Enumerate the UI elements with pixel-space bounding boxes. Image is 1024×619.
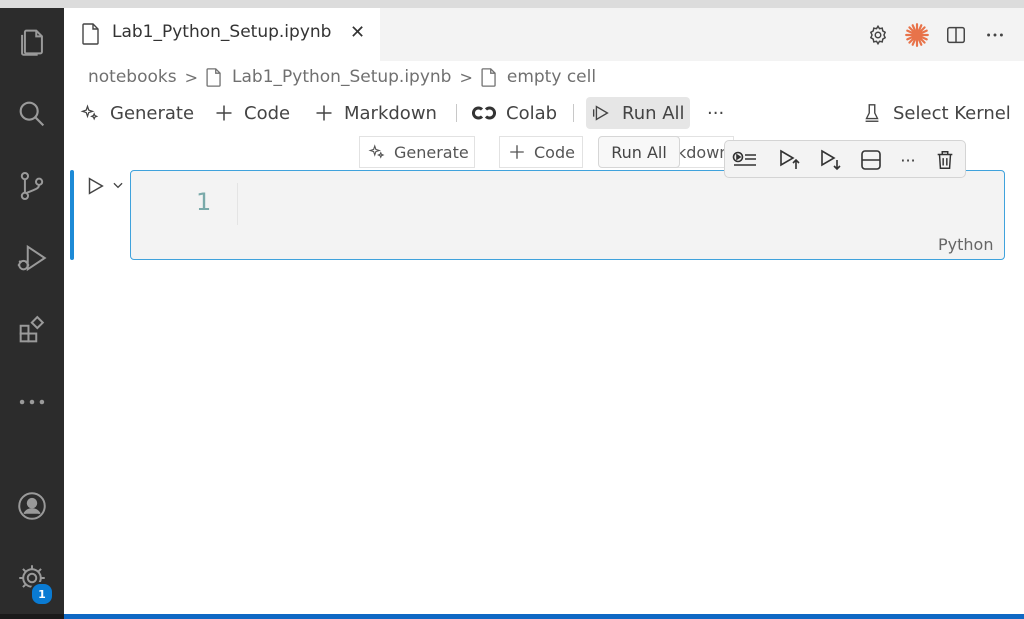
run-above-icon[interactable] [776, 147, 802, 173]
split-editor-icon[interactable] [943, 22, 969, 48]
colab-label: Colab [506, 102, 558, 124]
generate-button[interactable]: Generate [80, 96, 194, 130]
cell-focus-indicator [70, 170, 74, 260]
file-icon [481, 67, 497, 87]
chevron-right-icon: > [459, 67, 473, 87]
markdown-label: Markdown [344, 102, 437, 124]
colab-icon [472, 105, 496, 121]
run-debug-icon[interactable] [10, 236, 54, 280]
breadcrumb-file[interactable]: Lab1_Python_Setup.ipynb [232, 67, 451, 87]
status-bar [0, 614, 1024, 619]
file-icon [82, 23, 100, 49]
select-kernel-label: Select Kernel [893, 102, 1011, 124]
search-icon[interactable] [10, 92, 54, 136]
cell-more-icon[interactable]: ··· [895, 147, 921, 173]
code-label: Code [244, 102, 291, 124]
chevron-down-icon[interactable] [111, 177, 125, 196]
extensions-icon[interactable] [10, 308, 54, 352]
run-cell-icon[interactable] [84, 175, 106, 201]
editor-tab[interactable]: Lab1_Python_Setup.ipynb ✕ [64, 8, 380, 61]
cell-language[interactable]: Python [938, 235, 993, 254]
run-all-icon [590, 102, 612, 124]
file-icon [206, 67, 222, 87]
delete-icon[interactable] [932, 147, 958, 173]
colab-button[interactable]: Colab [472, 96, 557, 130]
execute-above-icon[interactable] [732, 147, 758, 173]
insert-code-label: Code [534, 142, 575, 162]
sparkle-icon [368, 143, 386, 161]
breadcrumb-folder[interactable]: notebooks [88, 67, 177, 87]
breadcrumb: notebooks > Lab1_Python_Setup.ipynb > em… [88, 65, 596, 89]
more-icon[interactable] [10, 380, 54, 424]
toolbar-divider [573, 104, 574, 122]
tab-title: Lab1_Python_Setup.ipynb [112, 22, 332, 42]
add-code-button[interactable]: Code [214, 96, 290, 130]
more-icon: ··· [900, 150, 916, 170]
source-control-icon[interactable] [10, 164, 54, 208]
close-icon[interactable]: ✕ [350, 22, 365, 43]
select-kernel-button[interactable]: Select Kernel [861, 96, 1011, 130]
gear-icon[interactable] [865, 22, 891, 48]
insert-generate-button[interactable]: Generate [359, 136, 475, 168]
notebook-toolbar: Generate Code Markdown Colab Run All ···… [64, 96, 1024, 130]
cell-toolbar: ··· [724, 140, 966, 178]
sparkle-icon [80, 103, 100, 123]
split-cell-icon[interactable] [858, 147, 884, 173]
line-number: 1 [196, 188, 212, 216]
spark-icon[interactable] [904, 22, 930, 48]
chevron-right-icon: > [184, 67, 199, 87]
run-below-icon[interactable] [817, 147, 843, 173]
insert-code-button[interactable]: Code [499, 136, 583, 168]
plus-icon [214, 103, 234, 123]
plus-icon [508, 143, 526, 161]
run-all-tooltip: Run All [598, 136, 680, 168]
insert-generate-label: Generate [394, 142, 469, 162]
cursor-guide [237, 183, 238, 225]
settings-badge: 1 [30, 582, 54, 606]
kernel-icon [861, 102, 883, 124]
editor-tab-bar: Lab1_Python_Setup.ipynb ✕ [64, 8, 1024, 61]
add-markdown-button[interactable]: Markdown [314, 96, 437, 130]
plus-icon [314, 103, 334, 123]
window-top-strip [0, 0, 1024, 8]
code-cell[interactable] [130, 170, 1005, 260]
more-actions-icon[interactable] [982, 22, 1008, 48]
more-icon: ··· [707, 102, 725, 124]
account-icon[interactable] [10, 484, 54, 528]
toolbar-more-button[interactable]: ··· [707, 96, 724, 130]
insert-markdown-label: kdown [677, 142, 730, 162]
toolbar-divider [456, 104, 457, 122]
files-icon[interactable] [10, 20, 54, 64]
run-all-label: Run All [622, 102, 685, 124]
generate-label: Generate [110, 102, 195, 124]
breadcrumb-cell[interactable]: empty cell [507, 67, 596, 87]
run-all-button[interactable]: Run All [590, 96, 685, 130]
activity-bar: 1 [0, 8, 64, 614]
